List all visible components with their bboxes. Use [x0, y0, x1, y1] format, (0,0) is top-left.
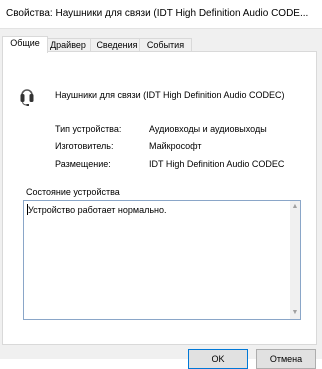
- cancel-button[interactable]: Отмена: [256, 349, 316, 369]
- window-title: Свойства: Наушники для связи (IDT High D…: [6, 8, 309, 19]
- general-tab-panel: Наушники для связи (IDT High Definition …: [2, 51, 317, 345]
- tab-general[interactable]: Общие: [2, 36, 48, 53]
- manufacturer-value: Майкрософт: [149, 141, 202, 151]
- tab-driver[interactable]: Драйвер: [44, 38, 92, 52]
- tab-details[interactable]: Сведения: [90, 38, 144, 52]
- headset-icon: [20, 89, 34, 106]
- status-scrollbar[interactable]: ▲ ▼: [290, 201, 300, 319]
- location-label: Размещение:: [55, 159, 111, 169]
- title-bar: Свойства: Наушники для связи (IDT High D…: [0, 0, 322, 28]
- manufacturer-label: Изготовитель:: [55, 141, 114, 151]
- location-value: IDT High Definition Audio CODEC: [149, 159, 285, 169]
- device-status-text: Устройство работает нормально.: [28, 205, 167, 215]
- device-status-label: Состояние устройства: [25, 187, 121, 197]
- device-type-label: Тип устройства:: [55, 124, 122, 134]
- window-body: Общие Драйвер Сведения События Наушники …: [0, 28, 322, 359]
- device-status-textbox[interactable]: Устройство работает нормально. ▲ ▼: [23, 200, 301, 320]
- scroll-down-icon[interactable]: ▼: [291, 309, 299, 317]
- scroll-up-icon[interactable]: ▲: [291, 203, 299, 211]
- device-type-value: Аудиовходы и аудиовыходы: [149, 124, 267, 134]
- tab-events[interactable]: События: [139, 38, 192, 52]
- ok-button[interactable]: OK: [188, 349, 248, 369]
- device-name: Наушники для связи (IDT High Definition …: [55, 90, 285, 100]
